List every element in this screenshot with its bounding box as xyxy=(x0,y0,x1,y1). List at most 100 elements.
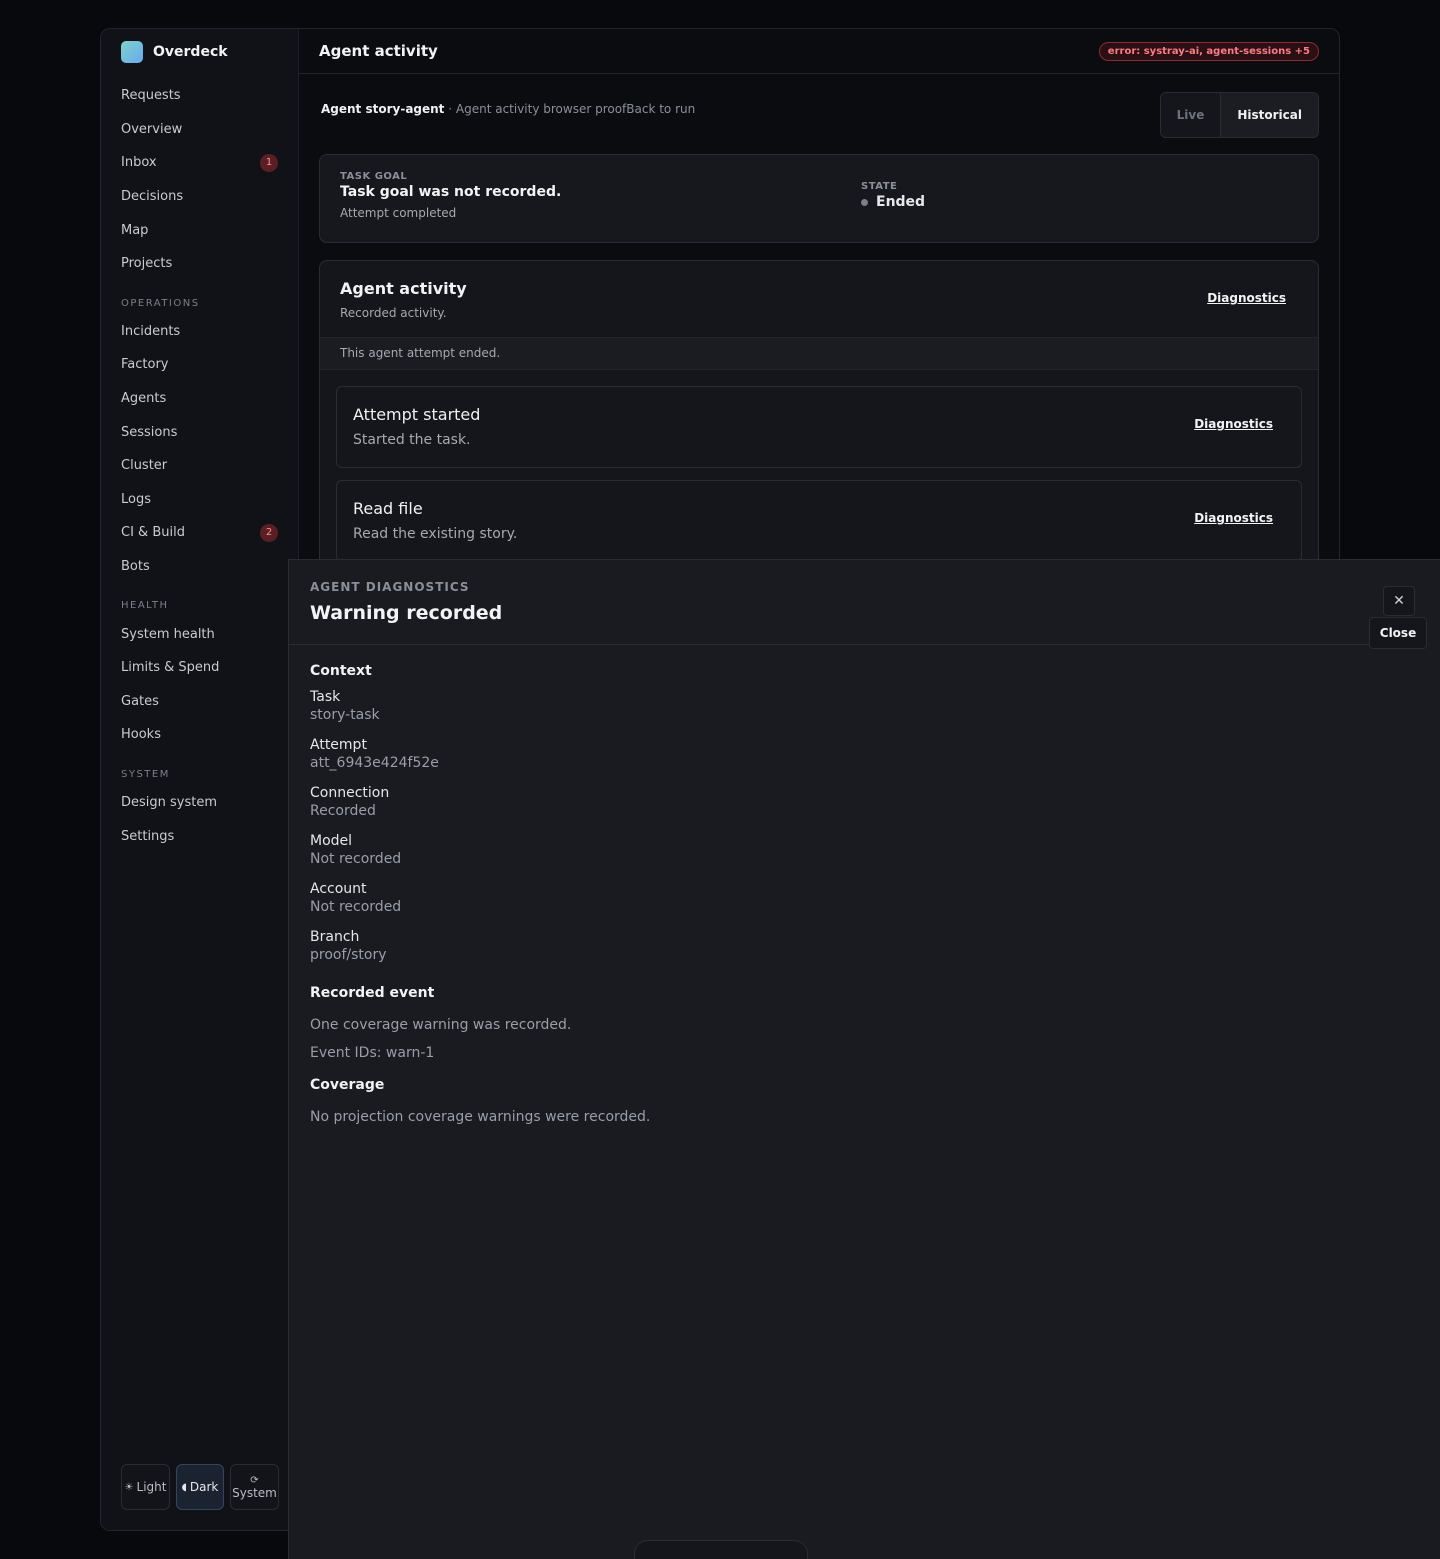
context-heading: Context xyxy=(310,663,372,679)
task-goal-card: TASK GOAL Task goal was not recorded. At… xyxy=(319,154,1319,243)
sidebar-item-overview[interactable]: Overview xyxy=(101,113,298,147)
run-context: · Agent activity browser proof xyxy=(448,102,627,116)
sidebar-item-label: Incidents xyxy=(121,323,181,339)
section-label-operations: OPERATIONS xyxy=(121,297,200,309)
close-icon[interactable]: ✕ xyxy=(1383,586,1415,616)
section-label-health: HEALTH xyxy=(121,600,169,612)
event-subtitle: Read the existing story. xyxy=(353,526,518,542)
error-status-badge[interactable]: error: systray-ai, agent-sessions +5 xyxy=(1098,41,1319,61)
breadcrumb: Agent story-agent · Agent activity brows… xyxy=(319,92,697,126)
sidebar-item-label: Factory xyxy=(121,357,169,373)
theme-dark-label: Dark xyxy=(189,1480,219,1494)
sidebar-item-map[interactable]: Map xyxy=(101,213,298,247)
agent-name: Agent story-agent xyxy=(321,102,445,116)
sidebar-item-label: Overview xyxy=(121,121,183,137)
sidebar-item-cluster[interactable]: Cluster xyxy=(101,449,298,483)
drawer-title: Warning recorded xyxy=(310,602,503,624)
event-diagnostics-link[interactable]: Diagnostics xyxy=(1194,511,1273,525)
sidebar-item-label: Decisions xyxy=(121,189,184,205)
context-value: proof/story xyxy=(310,947,387,963)
context-value: att_6943e424f52e xyxy=(310,755,439,771)
sidebar-item-decisions[interactable]: Decisions xyxy=(101,180,298,214)
theme-system-label: System xyxy=(232,1485,277,1500)
state-label: STATE xyxy=(861,181,898,192)
brand[interactable]: Overdeck xyxy=(101,29,298,75)
sidebar-item-system-health[interactable]: System health xyxy=(101,617,298,651)
sidebar-item-label: Map xyxy=(121,222,149,238)
theme-dark-button[interactable]: ◖ Dark xyxy=(176,1464,224,1510)
sidebar-item-gates[interactable]: Gates xyxy=(101,685,298,719)
context-task: Task story-task xyxy=(310,689,1419,737)
sidebar-item-label: Design system xyxy=(121,794,218,810)
sidebar-item-label: Logs xyxy=(121,491,151,507)
sidebar-item-bots[interactable]: Bots xyxy=(101,550,298,584)
task-goal-label: TASK GOAL xyxy=(340,171,408,182)
context-value: Recorded xyxy=(310,803,376,819)
main-content: Agent story-agent · Agent activity brows… xyxy=(319,74,1319,580)
sidebar-item-label: Hooks xyxy=(121,727,161,743)
context-key: Model xyxy=(310,833,353,849)
sidebar-item-sessions[interactable]: Sessions xyxy=(101,415,298,449)
activity-subtitle: Recorded activity. xyxy=(340,306,447,320)
context-value: Not recorded xyxy=(310,899,402,915)
context-branch: Branch proof/story xyxy=(310,929,1419,977)
event-title: Attempt started xyxy=(353,405,481,424)
inbox-count-badge: 1 xyxy=(260,153,278,172)
context-key: Connection xyxy=(310,785,390,801)
sidebar-item-hooks[interactable]: Hooks xyxy=(101,718,298,752)
overdeck-logo-icon xyxy=(121,41,143,63)
state-value: Ended xyxy=(861,194,925,210)
agent-activity-card: Agent activity Recorded activity. Diagno… xyxy=(319,260,1319,580)
close-tooltip: Close xyxy=(1369,617,1427,649)
sidebar-item-factory[interactable]: Factory xyxy=(101,348,298,382)
sidebar-nav: Requests Overview Inbox 1 Decisions Map P… xyxy=(101,75,298,857)
status-dot-icon xyxy=(861,198,868,206)
moon-icon: ◖ xyxy=(181,1481,187,1493)
sidebar-item-label: Inbox xyxy=(121,155,157,171)
sidebar: Overdeck Requests Overview Inbox 1 Decisi… xyxy=(101,29,299,1530)
attempt-ended-notice: This agent attempt ended. xyxy=(320,338,1318,370)
context-key: Branch xyxy=(310,929,360,945)
subheader: Agent story-agent · Agent activity brows… xyxy=(319,92,1319,138)
brand-name: Overdeck xyxy=(153,44,228,60)
theme-system-button[interactable]: ⟳ System xyxy=(230,1464,279,1510)
sidebar-item-label: Requests xyxy=(121,88,181,104)
activity-diagnostics-link[interactable]: Diagnostics xyxy=(1207,291,1286,305)
mode-toggle: Live Historical xyxy=(1159,92,1319,138)
sidebar-item-settings[interactable]: Settings xyxy=(101,819,298,853)
theme-light-button[interactable]: ☀ Light xyxy=(121,1464,170,1510)
sidebar-item-label: Limits & Spend xyxy=(121,660,220,676)
event-diagnostics-link[interactable]: Diagnostics xyxy=(1194,417,1273,431)
sidebar-item-requests[interactable]: Requests xyxy=(101,79,298,113)
mode-historical-button[interactable]: Historical xyxy=(1220,93,1318,137)
context-connection: Connection Recorded xyxy=(310,785,1419,833)
topbar: Agent activity error: systray-ai, agent-… xyxy=(299,29,1339,74)
sidebar-item-incidents[interactable]: Incidents xyxy=(101,315,298,349)
drawer-body: Context Task story-task Attempt att_6943… xyxy=(289,645,1440,1147)
bottom-dock[interactable] xyxy=(634,1540,808,1559)
state-text: Ended xyxy=(876,194,926,210)
event-title: Read file xyxy=(353,499,423,518)
context-attempt: Attempt att_6943e424f52e xyxy=(310,737,1419,785)
context-key: Task xyxy=(310,689,341,705)
sidebar-item-label: CI & Build xyxy=(121,525,185,541)
sidebar-item-inbox[interactable]: Inbox 1 xyxy=(101,146,298,180)
sidebar-item-projects[interactable]: Projects xyxy=(101,247,298,281)
sidebar-item-label: Sessions xyxy=(121,424,178,440)
sidebar-item-logs[interactable]: Logs xyxy=(101,483,298,517)
sidebar-item-ci-build[interactable]: CI & Build 2 xyxy=(101,516,298,550)
sidebar-item-design-system[interactable]: Design system xyxy=(101,786,298,820)
event-subtitle: Started the task. xyxy=(353,432,471,448)
recorded-event-ids: Event IDs: warn-1 xyxy=(310,1045,435,1061)
sidebar-item-label: System health xyxy=(121,626,215,642)
back-to-run-link[interactable]: Back to run xyxy=(626,102,695,116)
ci-build-count-badge: 2 xyxy=(260,523,278,542)
context-account: Account Not recorded xyxy=(310,881,1419,929)
sidebar-item-agents[interactable]: Agents xyxy=(101,382,298,416)
sidebar-item-limits-spend[interactable]: Limits & Spend xyxy=(101,651,298,685)
section-label-system: SYSTEM xyxy=(121,768,170,780)
sidebar-item-label: Cluster xyxy=(121,458,168,474)
coverage-heading: Coverage xyxy=(310,1077,385,1093)
mode-live-button[interactable]: Live xyxy=(1160,93,1221,137)
refresh-icon: ⟳ xyxy=(250,1474,259,1486)
